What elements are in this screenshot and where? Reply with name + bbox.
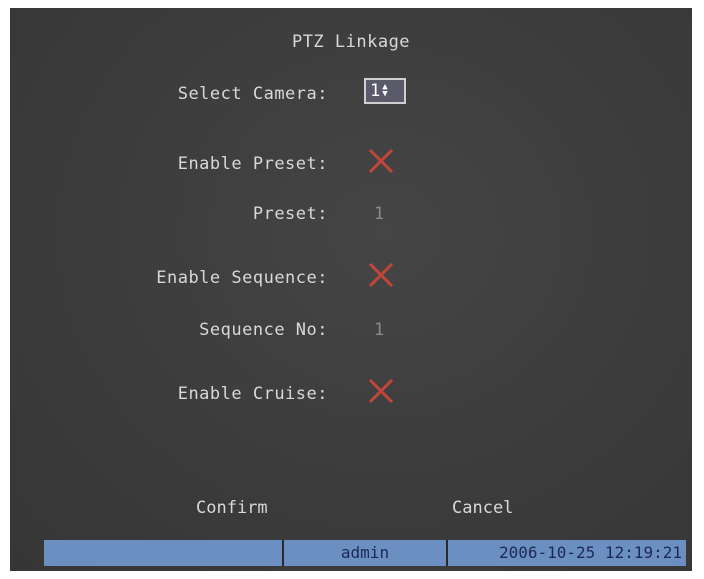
preset-label: Preset: <box>252 204 328 224</box>
enable-preset-checkbox[interactable] <box>364 144 398 178</box>
camera-spinbox-value: 1 <box>370 81 381 101</box>
cancel-button[interactable]: Cancel <box>452 498 513 518</box>
ptz-linkage-screen: PTZ Linkage Select Camera: 1 ▲ ▼ Enable P… <box>10 8 692 571</box>
status-bar-left-cell <box>44 540 284 566</box>
enable-cruise-checkbox[interactable] <box>364 374 398 408</box>
up-down-arrows-icon: ▲ ▼ <box>382 82 388 99</box>
confirm-button[interactable]: Confirm <box>196 498 268 518</box>
preset-value[interactable]: 1 <box>374 204 385 224</box>
enable-cruise-label: Enable Cruise: <box>177 384 328 404</box>
status-bar-datetime: 2006-10-25 12:19:21 <box>448 540 686 566</box>
select-camera-label: Select Camera: <box>177 84 328 104</box>
enable-preset-label: Enable Preset: <box>177 154 328 174</box>
enable-sequence-checkbox[interactable] <box>364 258 398 292</box>
status-bar-user: admin <box>284 540 448 566</box>
page-title: PTZ Linkage <box>291 32 411 52</box>
sequence-no-value[interactable]: 1 <box>374 320 385 340</box>
sequence-no-label: Sequence No: <box>199 320 328 340</box>
camera-spinbox[interactable]: 1 ▲ ▼ <box>364 78 406 104</box>
enable-sequence-label: Enable Sequence: <box>156 268 328 288</box>
status-bar: admin 2006-10-25 12:19:21 <box>44 540 686 566</box>
